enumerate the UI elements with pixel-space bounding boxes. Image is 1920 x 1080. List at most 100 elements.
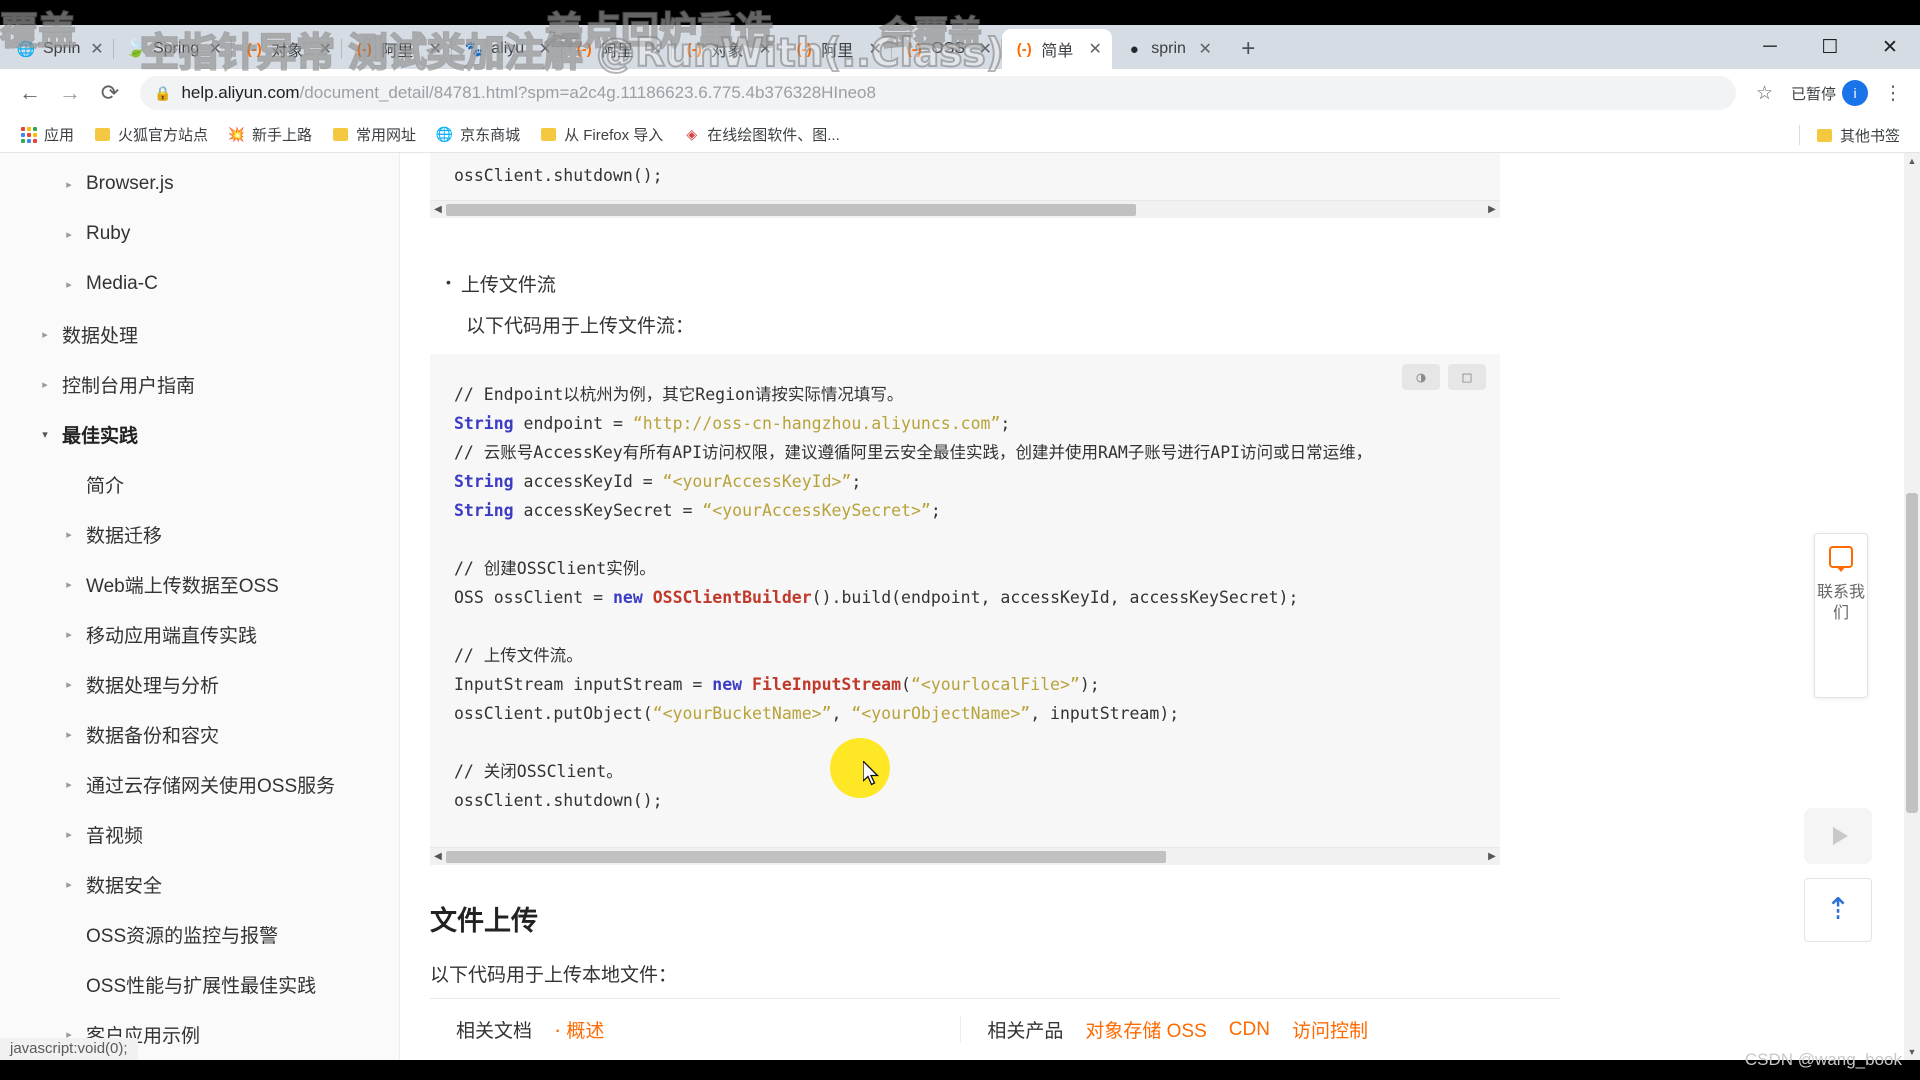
- browser-tab[interactable]: (-) 阿里 ✕: [342, 29, 453, 69]
- page-scrollbar-thumb[interactable]: [1906, 493, 1918, 813]
- sidebar-item-web-upload-oss[interactable]: ▸ Web端上传数据至OSS: [0, 559, 399, 609]
- browser-tab[interactable]: ● sprin ✕: [1112, 29, 1222, 69]
- chevron-right-icon[interactable]: ▸: [62, 828, 76, 841]
- sidebar-item-cloud-storage-gateway[interactable]: ▸ 通过云存储网关使用OSS服务: [0, 759, 399, 809]
- sidebar-item-data-processing-analysis[interactable]: ▸ 数据处理与分析: [0, 659, 399, 709]
- tab-close-icon[interactable]: ✕: [646, 40, 664, 58]
- tab-close-icon[interactable]: ✕: [976, 40, 994, 58]
- avatar[interactable]: i: [1842, 80, 1868, 106]
- bookmark-apps[interactable]: 应用: [12, 121, 82, 148]
- back-to-top-button[interactable]: ⇡: [1804, 878, 1872, 942]
- tab-close-icon[interactable]: ✕: [866, 40, 884, 58]
- scrollbar-track[interactable]: [1166, 851, 1484, 863]
- chevron-right-icon[interactable]: ▸: [62, 228, 76, 241]
- chevron-right-icon[interactable]: ▸: [62, 178, 76, 191]
- close-button[interactable]: ✕: [1860, 25, 1920, 69]
- sidebar-item-mobile-direct-upload[interactable]: ▸ 移动应用端直传实践: [0, 609, 399, 659]
- forward-button[interactable]: →: [52, 75, 88, 111]
- bookmark-other[interactable]: 其他书签: [1808, 122, 1908, 149]
- browser-tab[interactable]: (-) 阿里 ✕: [562, 29, 673, 69]
- sidebar-item-backup-disaster[interactable]: ▸ 数据备份和容灾: [0, 709, 399, 759]
- chevron-right-icon[interactable]: ▸: [38, 378, 52, 391]
- browser-tab[interactable]: 🐾 aliyu ✕: [452, 29, 563, 69]
- sidebar-item-data-processing[interactable]: ▸ 数据处理: [0, 309, 399, 359]
- sidebar-item-oss-performance[interactable]: OSS性能与扩展性最佳实践: [0, 959, 399, 1009]
- chevron-right-icon[interactable]: ▸: [62, 728, 76, 741]
- doc-sidebar[interactable]: ▸ Browser.js ▸ Ruby ▸ Media-C ▸ 数据处理 ▸ 控…: [0, 153, 400, 1060]
- scroll-up-icon[interactable]: ▲: [1904, 153, 1920, 169]
- tab-close-icon[interactable]: ✕: [536, 40, 554, 58]
- browser-tab[interactable]: 🍃 Spring ✕: [114, 29, 233, 69]
- address-bar[interactable]: 🔒 help.aliyun.com/document_detail/84781.…: [140, 76, 1736, 110]
- bookmark-star-icon[interactable]: ☆: [1748, 82, 1781, 105]
- scrollbar-thumb[interactable]: [446, 203, 1136, 216]
- related-product-link-ram[interactable]: 访问控制: [1292, 1016, 1368, 1043]
- sidebar-item-browser-js[interactable]: ▸ Browser.js: [0, 159, 399, 209]
- chevron-down-icon[interactable]: ▾: [38, 428, 52, 441]
- scrollbar-thumb[interactable]: [446, 850, 1166, 863]
- tab-close-icon[interactable]: ✕: [88, 40, 106, 58]
- bookmark-item[interactable]: 🌐 京东商城: [428, 121, 528, 148]
- browser-tab[interactable]: (-) OSS ✕: [892, 29, 1003, 69]
- bookmarks-other-group: 其他书签: [1798, 117, 1908, 153]
- browser-tab[interactable]: 🌐 Sprin ✕: [4, 29, 114, 69]
- bookmark-item[interactable]: 从 Firefox 导入: [532, 121, 671, 148]
- bookmark-item[interactable]: 火狐官方站点: [86, 121, 216, 148]
- chevron-right-icon[interactable]: ▸: [62, 878, 76, 891]
- sidebar-item-console-guide[interactable]: ▸ 控制台用户指南: [0, 359, 399, 409]
- browser-tab-active[interactable]: (-) 简单 ✕: [1002, 29, 1113, 69]
- sidebar-item-oss-monitoring-alarm[interactable]: OSS资源的监控与报警: [0, 909, 399, 959]
- bookmark-item[interactable]: 常用网址: [324, 121, 424, 148]
- bullet-item: • 上传文件流: [446, 270, 1920, 297]
- watermark: CSDN @wang_book: [1744, 1050, 1902, 1069]
- scroll-left-icon[interactable]: ◀: [430, 204, 446, 215]
- browser-tab[interactable]: (-) 阿里 ✕: [782, 29, 893, 69]
- bookmark-item[interactable]: 💥 新手上路: [220, 121, 320, 148]
- scroll-down-icon[interactable]: ▼: [1904, 1044, 1920, 1060]
- tab-close-icon[interactable]: ✕: [1196, 40, 1214, 58]
- chevron-right-icon[interactable]: ▸: [38, 328, 52, 341]
- sidebar-item-media-c[interactable]: ▸ Media-C: [0, 259, 399, 309]
- copy-icon[interactable]: □: [1448, 364, 1486, 390]
- scrollbar-track[interactable]: [1136, 204, 1484, 216]
- related-product-link-oss[interactable]: 对象存储 OSS: [1085, 1016, 1206, 1043]
- scroll-right-icon[interactable]: ▶: [1484, 204, 1500, 215]
- reload-button[interactable]: ⟳: [92, 75, 128, 111]
- maximize-button[interactable]: ☐: [1800, 25, 1860, 69]
- browser-tab[interactable]: (-) 对象 ✕: [232, 29, 343, 69]
- sidebar-item-best-practices[interactable]: ▾ 最佳实践: [0, 409, 399, 459]
- sync-paused-badge[interactable]: 已暂停 i: [1785, 80, 1874, 106]
- tab-close-icon[interactable]: ✕: [426, 40, 444, 58]
- browser-menu-icon[interactable]: ⋮: [1878, 75, 1908, 111]
- chevron-right-icon[interactable]: ▸: [62, 628, 76, 641]
- tab-close-icon[interactable]: ✕: [756, 40, 774, 58]
- video-play-widget[interactable]: [1804, 808, 1872, 864]
- back-button[interactable]: ←: [12, 75, 48, 111]
- minimize-button[interactable]: ─: [1740, 25, 1800, 69]
- related-product-link-cdn[interactable]: CDN: [1229, 1019, 1270, 1041]
- new-tab-button[interactable]: +: [1230, 31, 1266, 67]
- sidebar-item-data-security[interactable]: ▸ 数据安全: [0, 859, 399, 909]
- chevron-right-icon[interactable]: ▸: [62, 678, 76, 691]
- bookmark-item[interactable]: ◈ 在线绘图软件、图...: [675, 121, 848, 148]
- browser-tab[interactable]: (-) 对象 ✕: [672, 29, 783, 69]
- scroll-left-icon[interactable]: ◀: [430, 851, 446, 862]
- theme-toggle-icon[interactable]: ◑: [1402, 364, 1440, 390]
- sidebar-item-ruby[interactable]: ▸ Ruby: [0, 209, 399, 259]
- chevron-right-icon[interactable]: ▸: [62, 578, 76, 591]
- code-horizontal-scrollbar[interactable]: ◀ ▶: [430, 200, 1500, 218]
- tab-close-icon[interactable]: ✕: [206, 40, 224, 58]
- chevron-right-icon[interactable]: ▸: [62, 278, 76, 291]
- tab-close-icon[interactable]: ✕: [1086, 40, 1104, 58]
- scroll-right-icon[interactable]: ▶: [1484, 851, 1500, 862]
- chevron-right-icon[interactable]: ▸: [62, 778, 76, 791]
- chevron-right-icon[interactable]: ▸: [62, 528, 76, 541]
- sidebar-item-data-migration[interactable]: ▸ 数据迁移: [0, 509, 399, 559]
- page-scrollbar[interactable]: ▲ ▼: [1904, 153, 1920, 1060]
- tab-close-icon[interactable]: ✕: [316, 40, 334, 58]
- contact-us-widget[interactable]: 联系我们: [1814, 533, 1868, 698]
- code-horizontal-scrollbar[interactable]: ◀ ▶: [430, 847, 1500, 865]
- sidebar-item-intro[interactable]: 简介: [0, 459, 399, 509]
- related-doc-link[interactable]: 概述: [554, 1016, 604, 1043]
- sidebar-item-audio-video[interactable]: ▸ 音视频: [0, 809, 399, 859]
